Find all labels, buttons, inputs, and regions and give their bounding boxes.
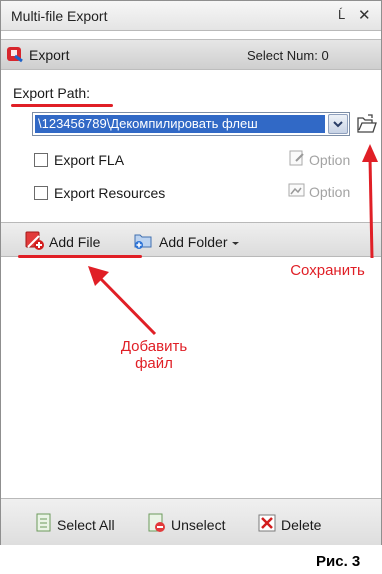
select-num-readout: Select Num: 0 xyxy=(247,48,329,63)
add-file-icon xyxy=(23,229,45,254)
export-path-label: Export Path: xyxy=(13,85,91,101)
export-resources-row[interactable]: Export Resources xyxy=(34,185,165,201)
select-num-label: Select Num: xyxy=(247,48,318,63)
chevron-down-icon[interactable] xyxy=(231,234,240,250)
window-title: Multi-file Export xyxy=(11,8,108,24)
export-fla-row[interactable]: Export FLA xyxy=(34,152,124,168)
export-button[interactable]: Export xyxy=(5,43,69,67)
export-icon xyxy=(5,44,25,67)
export-resources-checkbox[interactable] xyxy=(34,186,48,200)
export-path-highlight xyxy=(11,104,113,107)
option-label-resources: Option xyxy=(309,183,351,200)
select-num-value: 0 xyxy=(321,48,329,63)
option-icon xyxy=(288,181,306,202)
delete-label: Delete xyxy=(281,516,322,533)
save-annotation: Сохранить xyxy=(290,262,365,279)
add-file-annotation: Добавить файл xyxy=(102,338,206,372)
unselect-label: Unselect xyxy=(171,516,226,533)
option-button-resources[interactable]: Option xyxy=(288,181,350,202)
add-folder-label: Add Folder xyxy=(159,233,228,250)
pin-icon[interactable]: Ĺ xyxy=(338,7,345,22)
export-fla-checkbox[interactable] xyxy=(34,153,48,167)
dropdown-arrow-icon[interactable] xyxy=(328,114,348,134)
export-fla-label: Export FLA xyxy=(54,152,125,168)
delete-button[interactable]: Delete xyxy=(257,513,321,536)
select-all-label: Select All xyxy=(57,516,115,533)
delete-icon xyxy=(257,513,277,536)
option-label-fla: Option xyxy=(309,151,351,168)
export-path-value[interactable]: \123456789\Декомпилировать флеш xyxy=(35,115,325,133)
add-file-annotation-line2: файл xyxy=(135,355,173,372)
unselect-button[interactable]: Unselect xyxy=(147,513,225,536)
select-all-icon xyxy=(35,513,53,536)
add-file-highlight xyxy=(18,255,142,258)
option-button-fla[interactable]: Option xyxy=(288,149,350,170)
select-all-button[interactable]: Select All xyxy=(35,513,115,536)
figure-caption: Рис. 3 xyxy=(316,553,361,570)
export-button-label: Export xyxy=(29,47,70,63)
add-folder-button[interactable]: Add Folder xyxy=(133,229,240,254)
file-tab-bar: Add File Add Folder xyxy=(1,222,381,257)
add-file-label: Add File xyxy=(49,233,101,250)
title-bar: Multi-file Export Ĺ ✕ xyxy=(1,1,381,31)
add-file-annotation-line1: Добавить xyxy=(120,338,188,355)
file-list[interactable] xyxy=(1,258,381,498)
bottom-toolbar: Select All Unselect Delete xyxy=(1,498,381,545)
add-folder-icon xyxy=(133,229,155,254)
option-icon xyxy=(288,149,306,170)
export-toolbar: Export Select Num: 0 xyxy=(1,39,381,70)
open-folder-icon[interactable] xyxy=(356,113,378,135)
unselect-icon xyxy=(147,513,167,536)
close-icon[interactable]: ✕ xyxy=(358,6,371,24)
export-path-combobox[interactable]: \123456789\Декомпилировать флеш xyxy=(32,112,350,136)
add-file-button[interactable]: Add File xyxy=(23,229,100,254)
export-resources-label: Export Resources xyxy=(54,185,166,201)
